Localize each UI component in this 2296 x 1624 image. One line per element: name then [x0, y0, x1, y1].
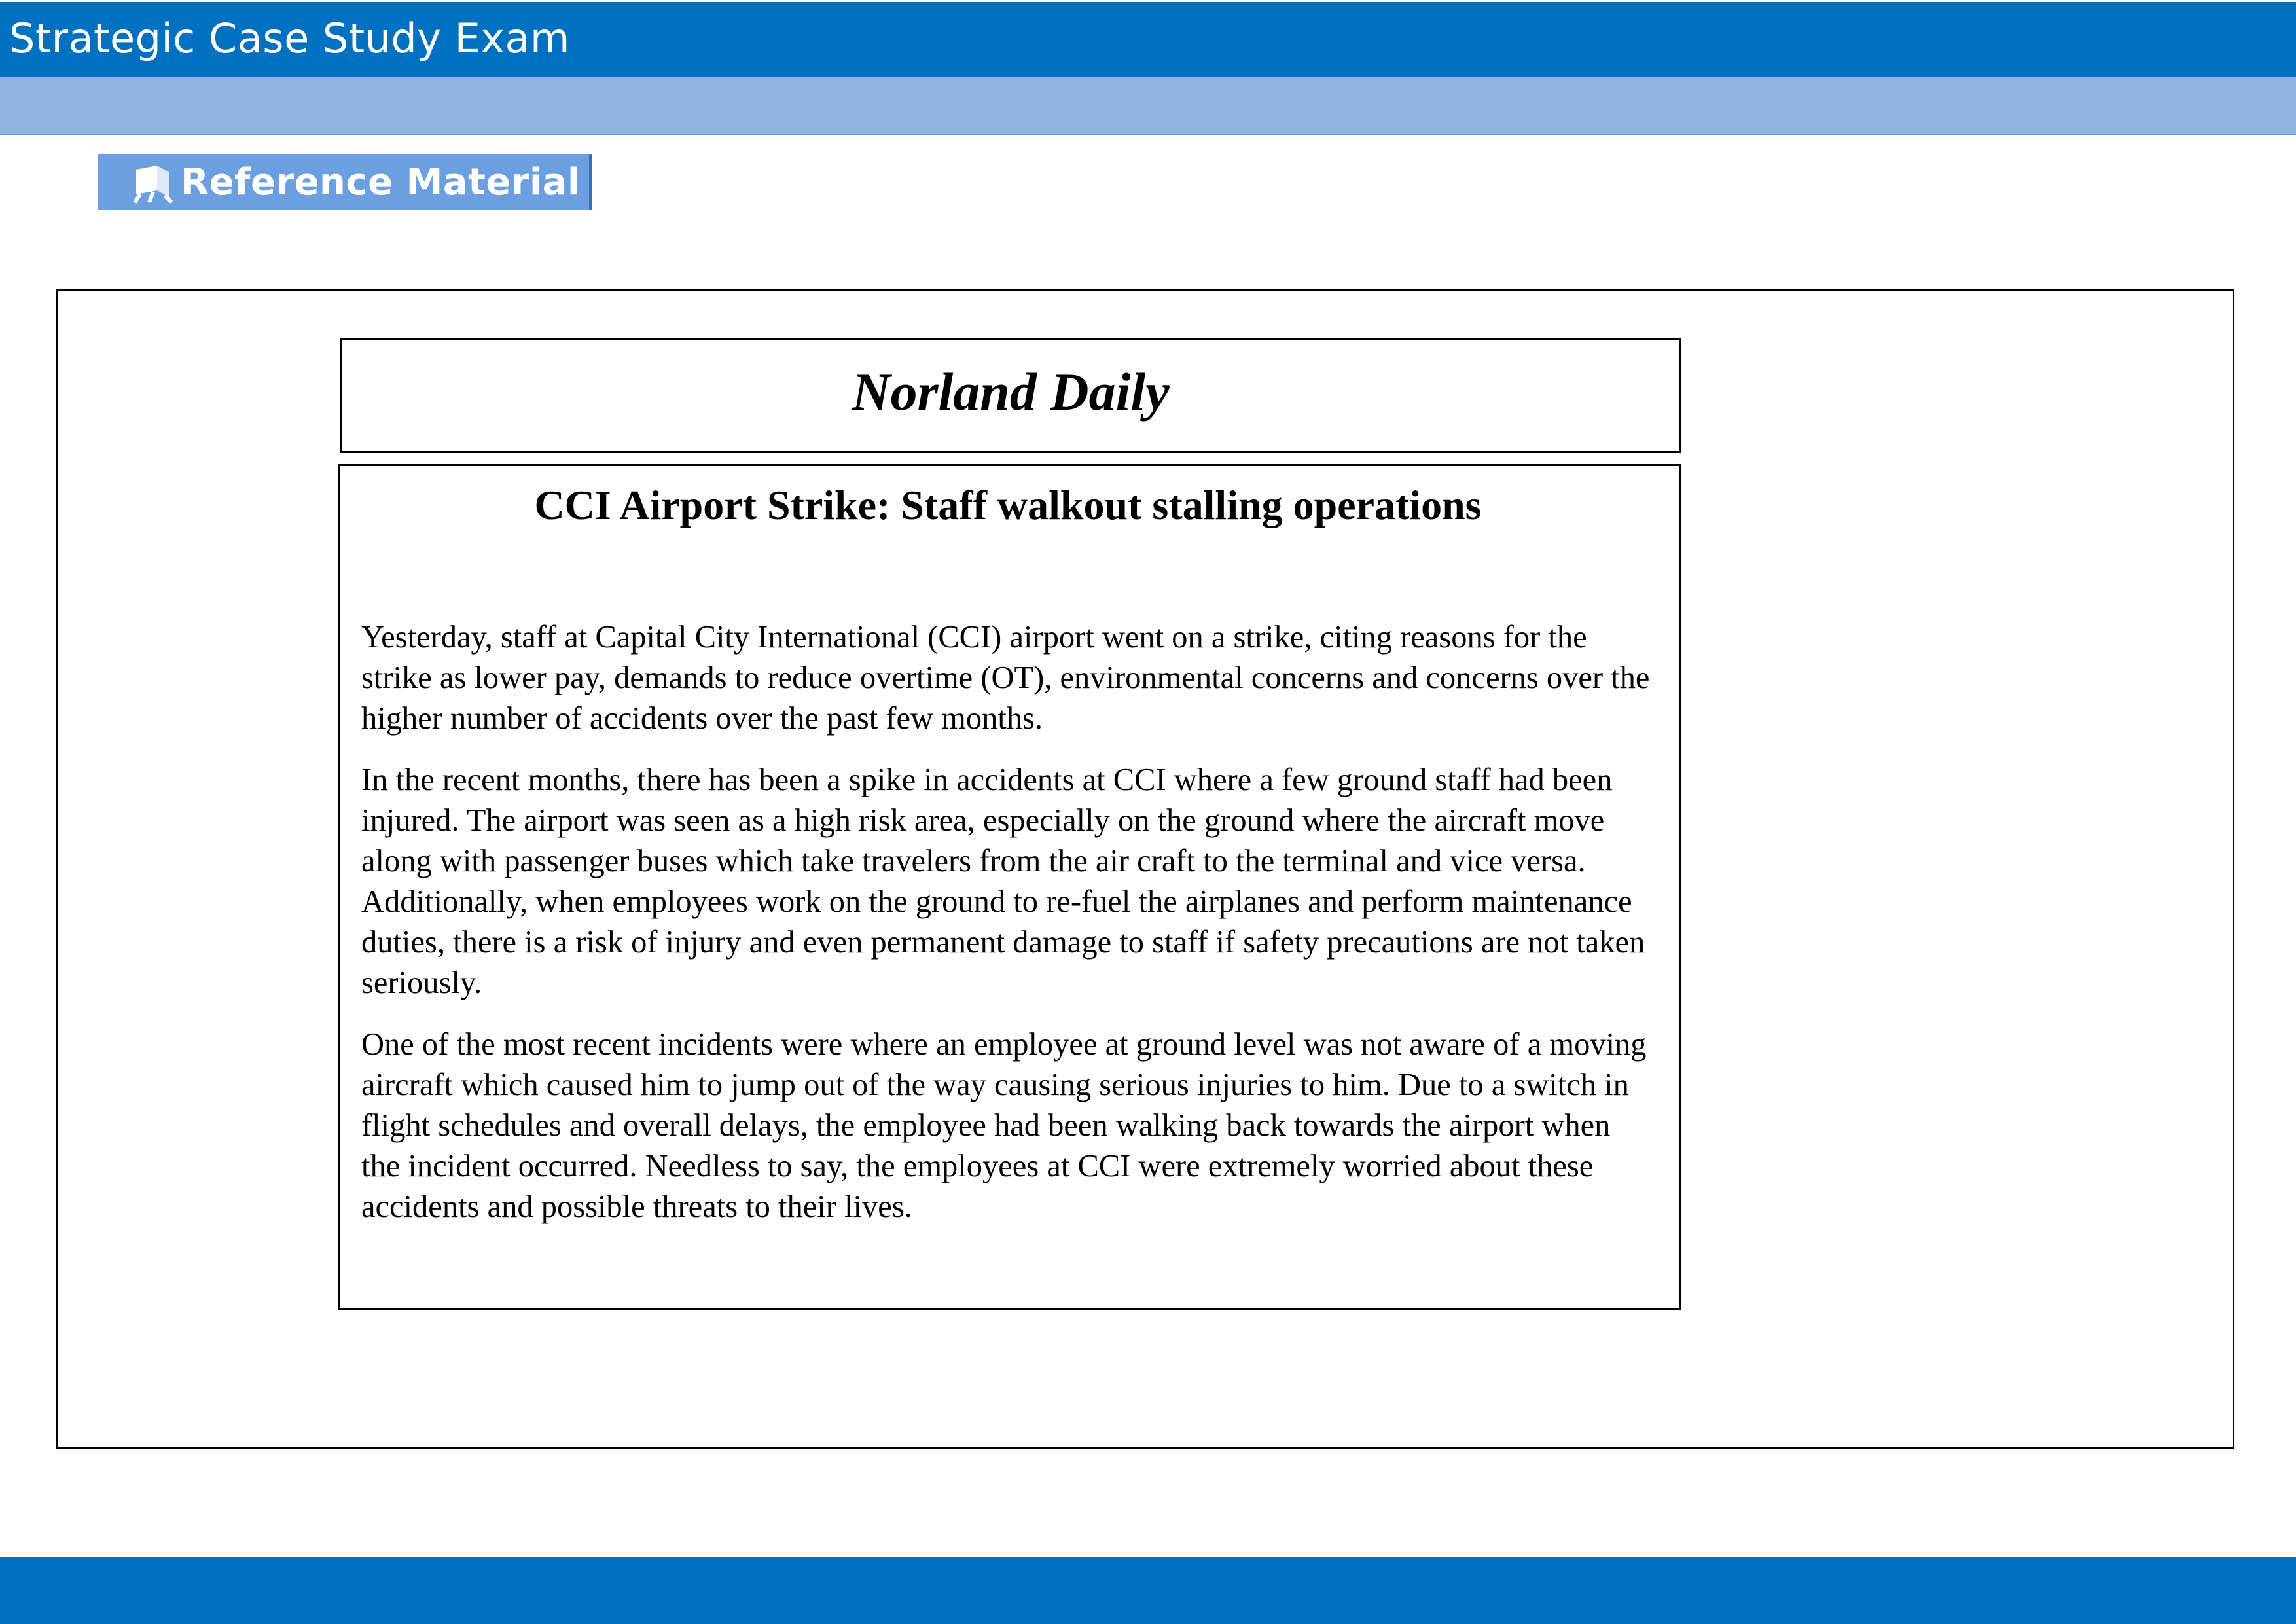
reference-material-button[interactable]: Reference Material	[98, 154, 592, 210]
exam-title: Strategic Case Study Exam	[9, 14, 570, 62]
reference-material-label: Reference Material	[181, 160, 581, 204]
article-paragraph: In the recent months, there has been a s…	[361, 763, 1645, 1001]
book-stand-icon	[133, 166, 173, 204]
newspaper-name: Norland Daily	[852, 362, 1170, 422]
article-headline: CCI Airport Strike: Staff walkout stalli…	[534, 482, 1482, 528]
toolbar-strip	[0, 77, 2296, 135]
article-paragraph: One of the most recent incidents were wh…	[361, 1027, 1647, 1225]
news-article: CCI Airport Strike: Staff walkout stalli…	[338, 464, 1681, 1310]
footer-bar	[0, 1557, 2296, 1624]
header-bar: Strategic Case Study Exam	[0, 0, 2296, 77]
article-paragraph: Yesterday, staff at Capital City Interna…	[361, 620, 1650, 736]
newspaper-masthead: Norland Daily	[340, 338, 1681, 453]
